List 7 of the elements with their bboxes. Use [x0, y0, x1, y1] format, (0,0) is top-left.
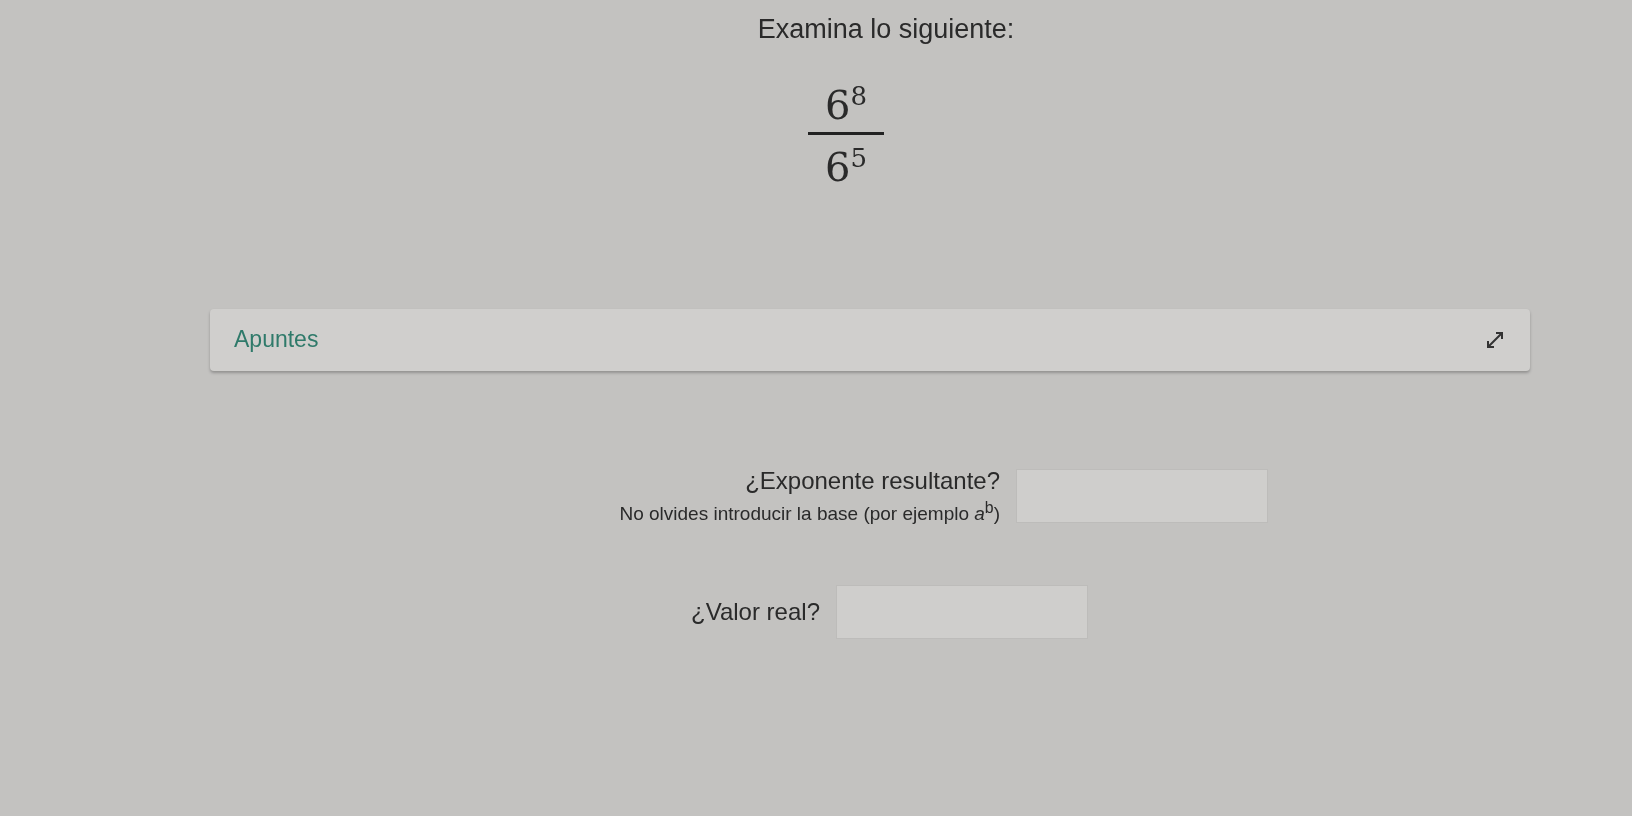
- prompt-text: Examina lo siguiente:: [757, 14, 1015, 45]
- notes-panel[interactable]: Apuntes: [210, 308, 1530, 371]
- hint-text: No olvides introducir la base (por ejemplo a$^{b}$): [619, 498, 1000, 525]
- question-label: ¿Valor real?: [691, 598, 820, 626]
- question-label: ¿Exponente resultante?: [745, 466, 1000, 495]
- numerator: 6$^{8}$: [824, 81, 868, 131]
- denominator: 6$^{5}$: [824, 142, 868, 191]
